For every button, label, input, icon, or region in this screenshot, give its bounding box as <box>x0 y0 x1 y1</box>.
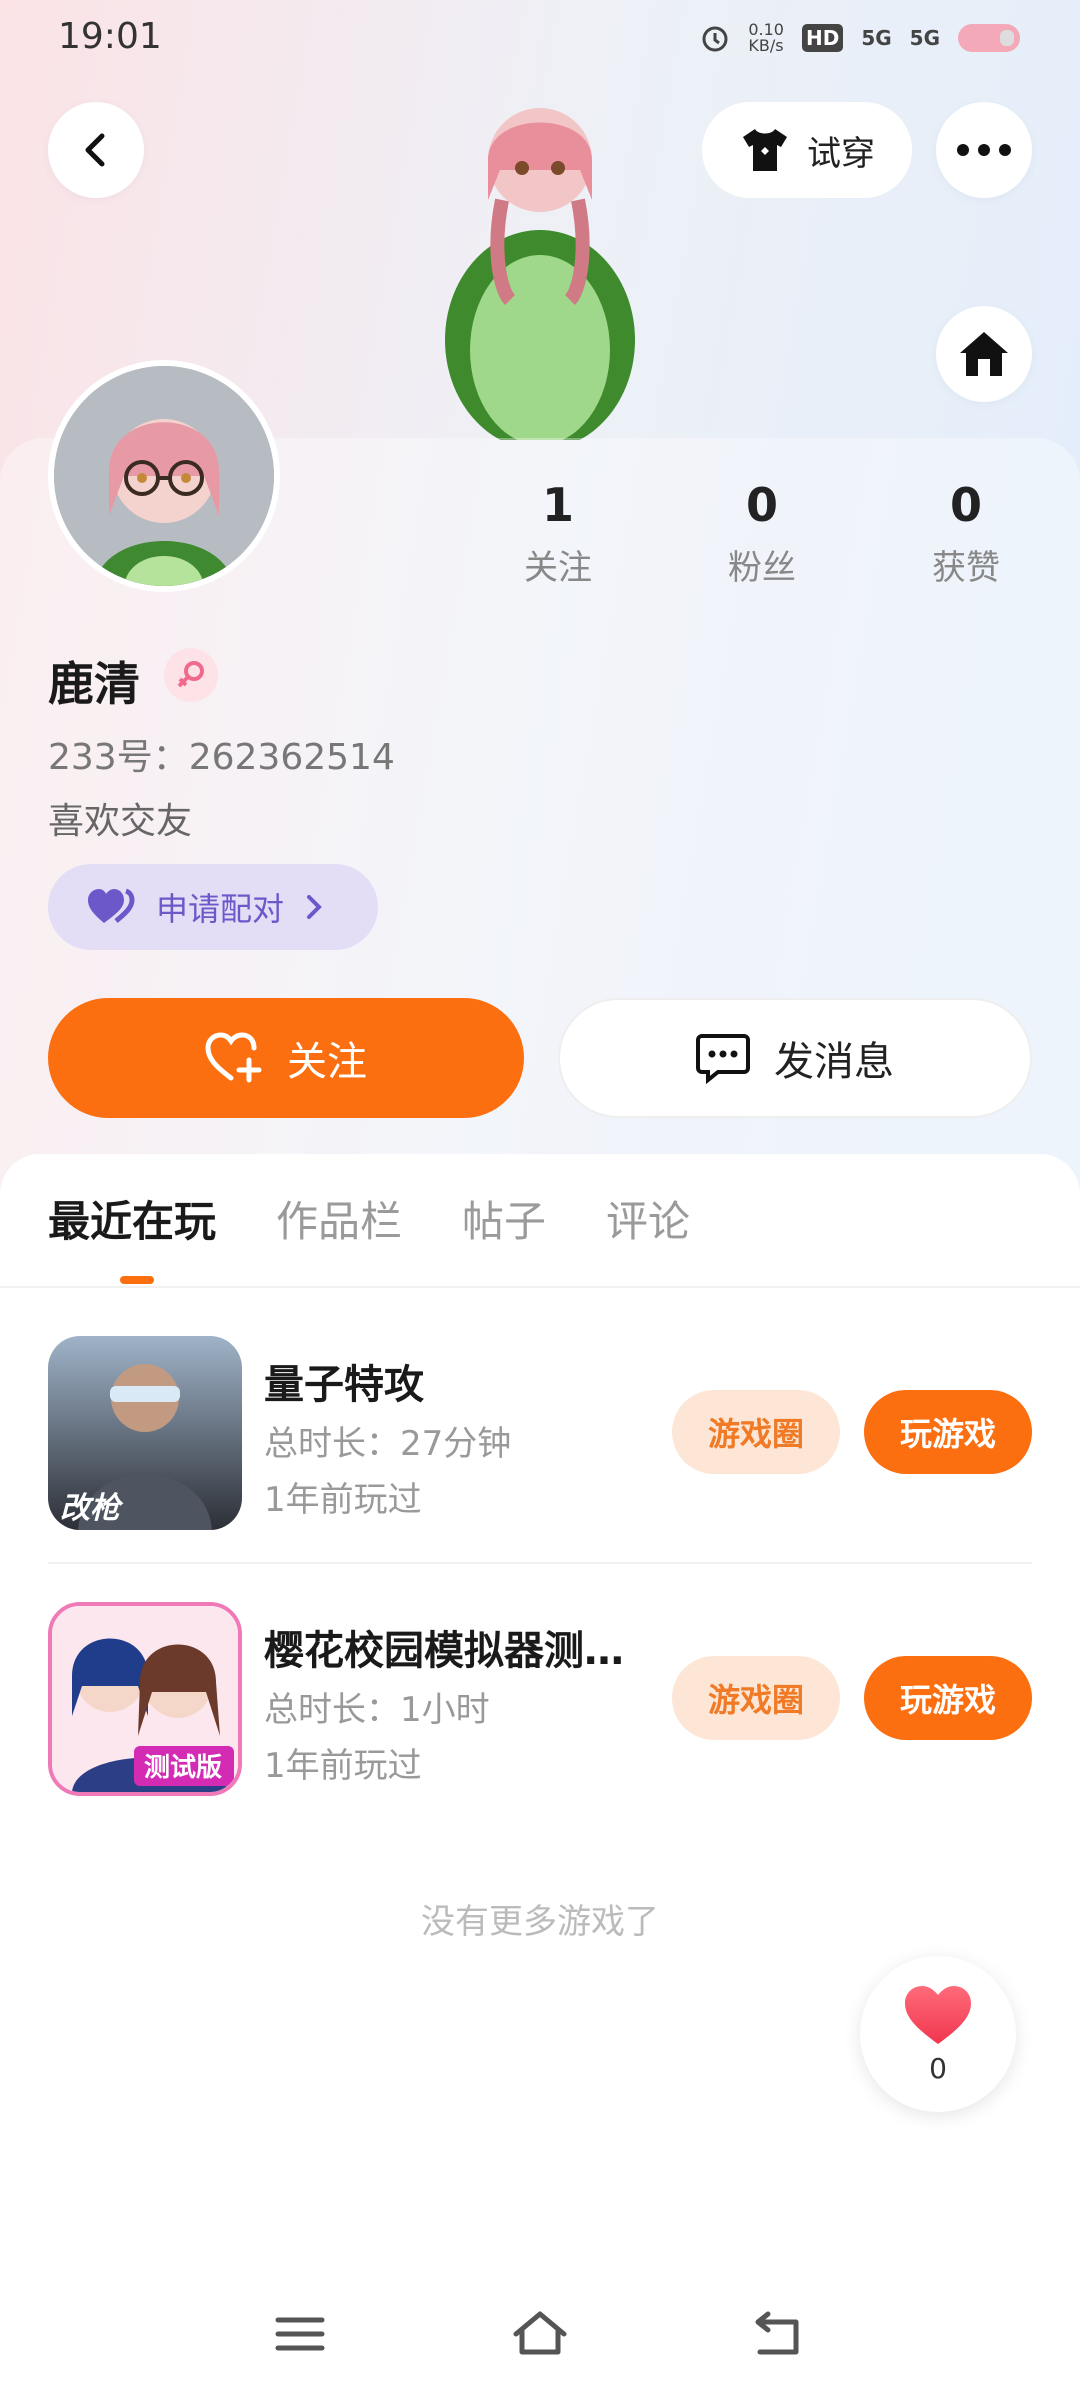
message-button[interactable]: 发消息 <box>558 998 1032 1118</box>
list-end-text: 没有更多游戏了 <box>421 1902 659 1942</box>
status-bar: 19:01 0.10 KB/s HD 5G 5G <box>0 0 1080 80</box>
profile-stats: 1 关注 0 粉丝 0 获赞 <box>456 478 1068 589</box>
tab-posts[interactable]: 帖子 <box>462 1188 546 1249</box>
user-id: 233号：262362514 <box>48 737 395 778</box>
signal-5g-1: 5G <box>861 26 892 50</box>
shirt-icon <box>743 129 787 171</box>
network-speed: 0.10 KB/s <box>748 20 784 55</box>
home-button[interactable] <box>936 306 1032 402</box>
heart-plus-icon <box>205 1032 262 1083</box>
play-game-button[interactable]: 玩游戏 <box>864 1390 1032 1474</box>
more-icon <box>957 144 1011 156</box>
avatar-3d-figure <box>445 108 635 440</box>
avatar-image <box>54 366 274 586</box>
game-circle-button[interactable]: 游戏圈 <box>672 1656 840 1740</box>
profile-name: 鹿清 <box>48 657 140 711</box>
game-row[interactable]: 改枪 量子特攻 总时长：27分钟 1年前玩过 游戏圈 玩游戏 <box>48 1336 1032 1530</box>
stat-fans[interactable]: 0 粉丝 <box>660 478 864 589</box>
hd-badge: HD <box>801 24 844 52</box>
game-row[interactable]: 测试版 樱花校园模拟器测… 总时长：1小时 1年前玩过 游戏圈 玩游戏 <box>48 1602 1032 1796</box>
menu-icon[interactable] <box>270 2306 330 2362</box>
tab-divider <box>0 1286 1080 1288</box>
status-time: 19:01 <box>58 16 162 57</box>
tab-works[interactable]: 作品栏 <box>276 1188 402 1249</box>
tab-bar: 最近在玩 作品栏 帖子 评论 <box>48 1188 690 1249</box>
home-icon <box>960 332 1008 376</box>
chat-icon <box>696 1034 750 1084</box>
chevron-right-icon <box>307 895 322 919</box>
game-icon-art: 改枪 <box>48 1336 242 1530</box>
stat-fans-value: 0 <box>745 478 778 532</box>
stat-likes[interactable]: 0 获赞 <box>864 478 1068 589</box>
row-divider <box>48 1562 1032 1564</box>
game-icon-sakura[interactable]: 测试版 <box>48 1602 242 1796</box>
gender-badge <box>164 648 218 702</box>
home-nav-icon[interactable] <box>510 2306 570 2362</box>
back-nav-icon[interactable] <box>750 2306 810 2362</box>
user-bio: 喜欢交友 <box>48 801 193 842</box>
female-icon <box>177 661 204 688</box>
game-title: 樱花校园模拟器测… <box>264 1628 624 1674</box>
game-icon-badge: 改枪 <box>60 1491 124 1526</box>
game-circle-button[interactable]: 游戏圈 <box>672 1390 840 1474</box>
signal-5g-2: 5G <box>909 26 940 50</box>
message-label: 发消息 <box>774 1039 894 1085</box>
back-button[interactable] <box>48 102 144 198</box>
heart-pair-icon <box>88 888 135 923</box>
more-button[interactable] <box>936 102 1032 198</box>
pair-request-button[interactable]: 申请配对 <box>48 864 378 950</box>
game-title: 量子特攻 <box>264 1362 424 1408</box>
stat-likes-value: 0 <box>949 478 982 532</box>
alarm-icon <box>702 26 728 52</box>
status-icons: 0.10 KB/s HD 5G 5G <box>700 22 1020 54</box>
follow-label: 关注 <box>287 1039 367 1085</box>
try-on-label: 试穿 <box>807 133 875 174</box>
battery-icon <box>958 24 1020 52</box>
like-count: 0 <box>929 2051 947 2085</box>
tab-indicator <box>120 1276 154 1284</box>
game-duration: 总时长：1小时 <box>264 1690 490 1730</box>
tab-recent-played[interactable]: 最近在玩 <box>48 1188 216 1249</box>
tab-comments[interactable]: 评论 <box>606 1188 690 1249</box>
stat-fans-label: 粉丝 <box>728 548 796 588</box>
follow-button[interactable]: 关注 <box>48 998 524 1118</box>
play-game-button[interactable]: 玩游戏 <box>864 1656 1032 1740</box>
game-duration: 总时长：27分钟 <box>264 1424 512 1464</box>
try-on-button[interactable]: 试穿 <box>702 102 912 198</box>
like-button[interactable]: 0 <box>860 1956 1016 2112</box>
game-icon-badge: 测试版 <box>144 1753 222 1783</box>
avatar-portrait <box>54 366 274 586</box>
avatar[interactable] <box>48 360 280 592</box>
pair-request-label: 申请配对 <box>156 890 285 928</box>
stat-likes-label: 获赞 <box>932 548 1000 588</box>
heart-icon <box>905 1985 971 2044</box>
game-icon-quantum[interactable]: 改枪 <box>48 1336 242 1530</box>
game-icon-art: 测试版 <box>52 1606 238 1792</box>
stat-following-value: 1 <box>541 478 574 532</box>
system-nav-bar <box>0 2280 1080 2388</box>
game-last-played: 1年前玩过 <box>264 1746 422 1786</box>
game-last-played: 1年前玩过 <box>264 1480 422 1520</box>
stat-following[interactable]: 1 关注 <box>456 478 660 589</box>
chevron-left-icon <box>85 133 105 167</box>
stat-following-label: 关注 <box>524 548 592 588</box>
